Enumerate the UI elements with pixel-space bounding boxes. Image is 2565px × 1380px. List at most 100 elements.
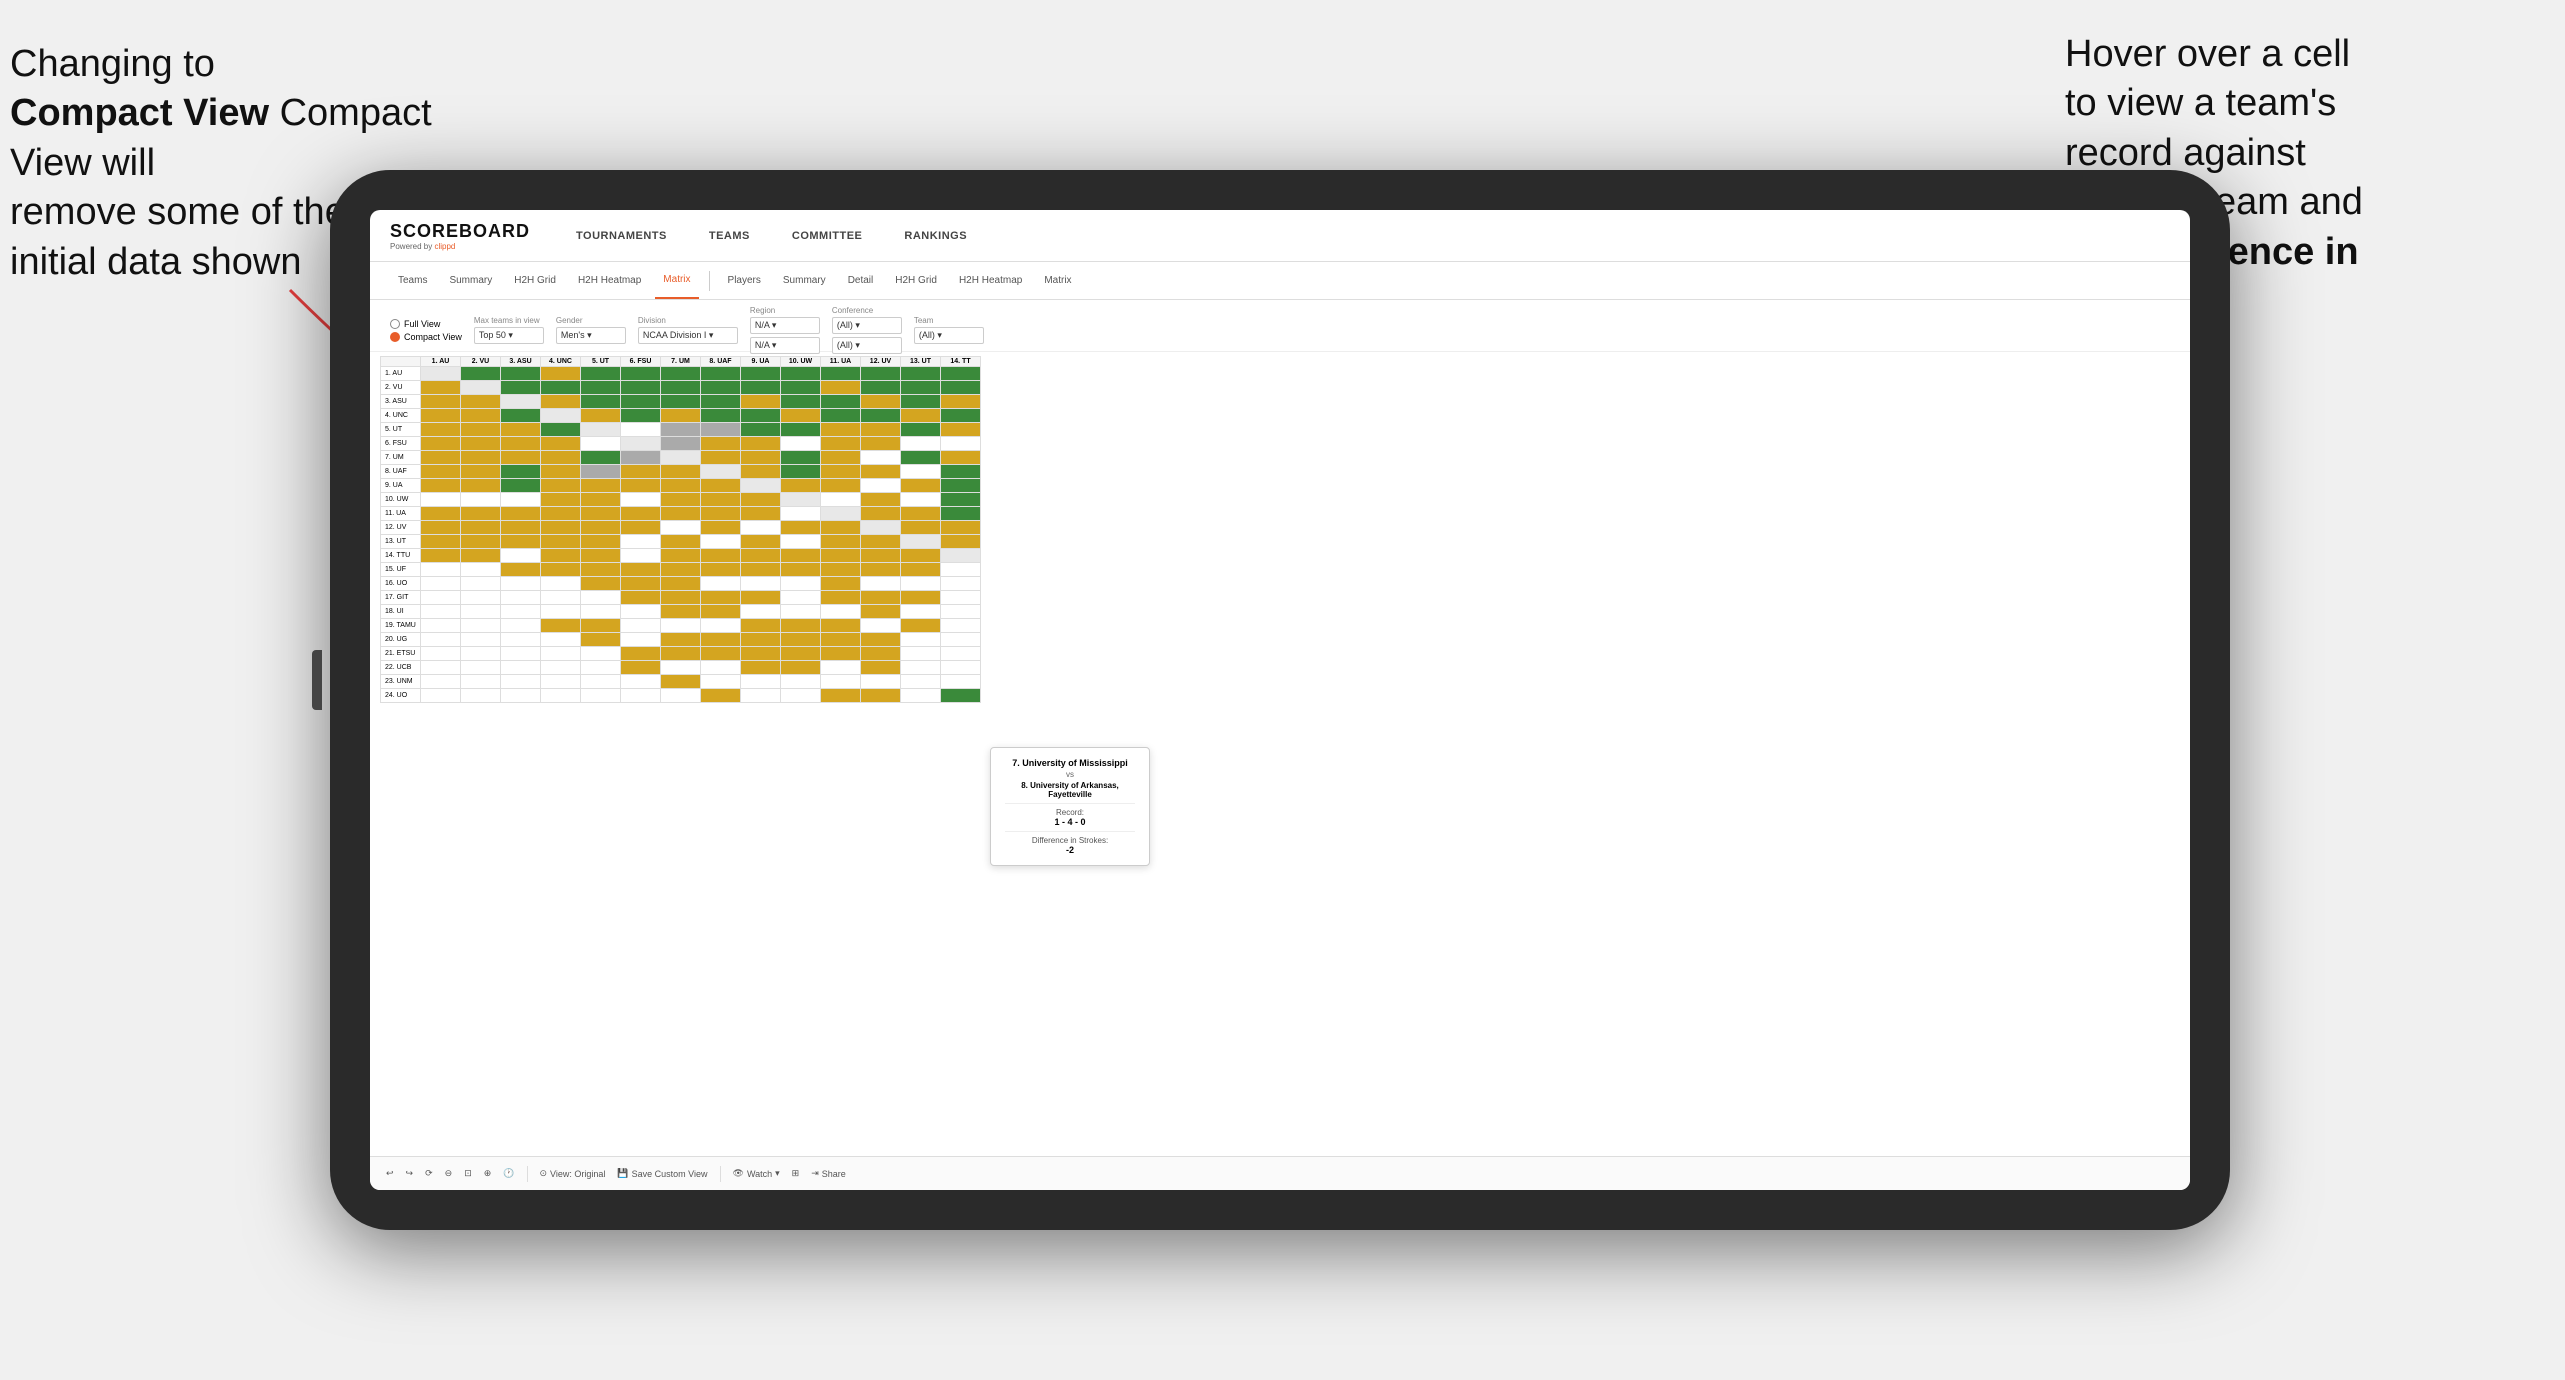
sub-nav-h2h-grid1[interactable]: H2H Grid xyxy=(506,262,564,299)
matrix-cell[interactable] xyxy=(781,395,821,409)
matrix-cell[interactable] xyxy=(861,577,901,591)
matrix-cell[interactable] xyxy=(421,465,461,479)
matrix-cell[interactable] xyxy=(661,479,701,493)
matrix-cell[interactable] xyxy=(581,675,621,689)
matrix-cell[interactable] xyxy=(941,521,981,535)
matrix-cell[interactable] xyxy=(741,521,781,535)
matrix-cell[interactable] xyxy=(821,591,861,605)
matrix-cell[interactable] xyxy=(661,647,701,661)
sub-nav-players[interactable]: Players xyxy=(720,262,769,299)
conference-select[interactable]: (All) ▾ xyxy=(832,317,902,334)
matrix-cell[interactable] xyxy=(541,619,581,633)
matrix-cell[interactable] xyxy=(901,395,941,409)
matrix-cell[interactable] xyxy=(621,689,661,703)
matrix-cell[interactable] xyxy=(941,591,981,605)
matrix-cell[interactable] xyxy=(621,507,661,521)
matrix-cell[interactable] xyxy=(461,465,501,479)
matrix-cell[interactable] xyxy=(821,395,861,409)
matrix-cell[interactable] xyxy=(661,437,701,451)
matrix-cell[interactable] xyxy=(861,563,901,577)
matrix-cell[interactable] xyxy=(661,675,701,689)
matrix-cell[interactable] xyxy=(941,367,981,381)
matrix-cell[interactable] xyxy=(781,381,821,395)
matrix-cell[interactable] xyxy=(861,465,901,479)
nav-rankings[interactable]: RANKINGS xyxy=(898,226,973,246)
zoom-out-btn[interactable]: ⊖ xyxy=(445,1168,453,1179)
matrix-cell[interactable] xyxy=(621,465,661,479)
matrix-cell[interactable] xyxy=(861,395,901,409)
matrix-cell[interactable] xyxy=(901,493,941,507)
matrix-cell[interactable] xyxy=(541,591,581,605)
matrix-cell[interactable] xyxy=(821,409,861,423)
matrix-cell[interactable] xyxy=(541,689,581,703)
matrix-cell[interactable] xyxy=(741,479,781,493)
division-select[interactable]: NCAA Division I ▾ xyxy=(638,327,738,344)
matrix-cell[interactable] xyxy=(821,465,861,479)
matrix-cell[interactable] xyxy=(701,409,741,423)
matrix-cell[interactable] xyxy=(821,647,861,661)
matrix-cell[interactable] xyxy=(781,619,821,633)
matrix-cell[interactable] xyxy=(501,381,541,395)
matrix-cell[interactable] xyxy=(421,563,461,577)
matrix-cell[interactable] xyxy=(741,493,781,507)
matrix-cell[interactable] xyxy=(781,521,821,535)
matrix-cell[interactable] xyxy=(501,367,541,381)
matrix-cell[interactable] xyxy=(461,381,501,395)
matrix-cell[interactable] xyxy=(781,479,821,493)
matrix-cell[interactable] xyxy=(581,521,621,535)
matrix-cell[interactable] xyxy=(621,381,661,395)
matrix-cell[interactable] xyxy=(541,395,581,409)
matrix-cell[interactable] xyxy=(661,507,701,521)
matrix-cell[interactable] xyxy=(941,577,981,591)
matrix-cell[interactable] xyxy=(901,423,941,437)
matrix-cell[interactable] xyxy=(581,535,621,549)
matrix-cell[interactable] xyxy=(901,647,941,661)
clock-btn[interactable]: 🕐 xyxy=(503,1168,514,1179)
max-teams-select[interactable]: Top 50 ▾ xyxy=(474,327,544,344)
matrix-cell[interactable] xyxy=(421,689,461,703)
matrix-cell[interactable] xyxy=(621,549,661,563)
matrix-cell[interactable] xyxy=(861,689,901,703)
matrix-cell[interactable] xyxy=(621,563,661,577)
matrix-cell[interactable] xyxy=(701,591,741,605)
matrix-cell[interactable] xyxy=(741,535,781,549)
matrix-cell[interactable] xyxy=(821,605,861,619)
matrix-cell[interactable] xyxy=(661,493,701,507)
matrix-cell[interactable] xyxy=(861,451,901,465)
matrix-cell[interactable] xyxy=(461,619,501,633)
matrix-cell[interactable] xyxy=(541,507,581,521)
matrix-cell[interactable] xyxy=(701,493,741,507)
matrix-cell[interactable] xyxy=(781,549,821,563)
save-custom-btn[interactable]: 💾 Save Custom View xyxy=(617,1168,707,1179)
matrix-cell[interactable] xyxy=(501,493,541,507)
matrix-cell[interactable] xyxy=(741,689,781,703)
matrix-cell[interactable] xyxy=(701,423,741,437)
matrix-cell[interactable] xyxy=(541,563,581,577)
matrix-cell[interactable] xyxy=(501,465,541,479)
matrix-cell[interactable] xyxy=(581,451,621,465)
matrix-cell[interactable] xyxy=(821,577,861,591)
matrix-cell[interactable] xyxy=(821,507,861,521)
matrix-cell[interactable] xyxy=(781,661,821,675)
matrix-cell[interactable] xyxy=(901,661,941,675)
matrix-cell[interactable] xyxy=(581,423,621,437)
matrix-cell[interactable] xyxy=(781,535,821,549)
matrix-cell[interactable] xyxy=(621,661,661,675)
matrix-cell[interactable] xyxy=(861,479,901,493)
matrix-cell[interactable] xyxy=(661,577,701,591)
matrix-cell[interactable] xyxy=(861,675,901,689)
matrix-cell[interactable] xyxy=(621,605,661,619)
matrix-cell[interactable] xyxy=(621,479,661,493)
matrix-cell[interactable] xyxy=(501,619,541,633)
matrix-cell[interactable] xyxy=(661,549,701,563)
matrix-cell[interactable] xyxy=(781,437,821,451)
matrix-cell[interactable] xyxy=(621,591,661,605)
matrix-cell[interactable] xyxy=(501,507,541,521)
sub-nav-teams[interactable]: Teams xyxy=(390,262,435,299)
matrix-cell[interactable] xyxy=(661,521,701,535)
matrix-cell[interactable] xyxy=(581,605,621,619)
matrix-cell[interactable] xyxy=(901,437,941,451)
matrix-cell[interactable] xyxy=(621,521,661,535)
matrix-cell[interactable] xyxy=(621,633,661,647)
matrix-cell[interactable] xyxy=(501,563,541,577)
